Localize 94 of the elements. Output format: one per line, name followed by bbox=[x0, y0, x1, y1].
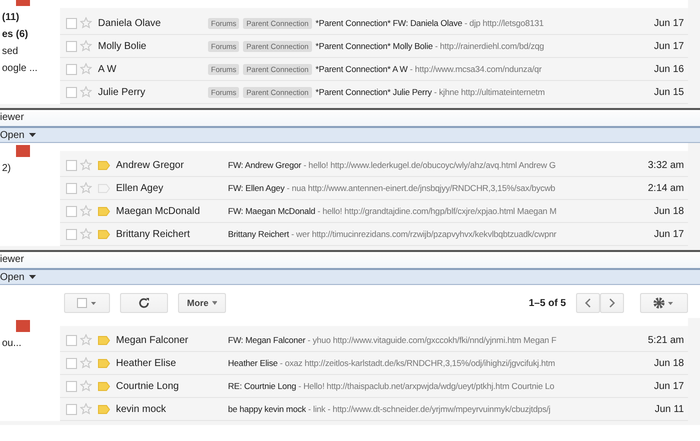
subject-snippet: FW: Maegan McDonald - hello! http://grandtajdine.com/hgp/blf/cxjre/xpjao.html Maegan M bbox=[228, 206, 556, 216]
subject-snippet: *Parent Connection* FW: Daniela Olave - djp http://letsgo8131 bbox=[316, 18, 544, 28]
row-checkbox[interactable] bbox=[66, 228, 77, 240]
row-checkbox[interactable] bbox=[66, 86, 77, 98]
star-icon[interactable] bbox=[80, 182, 92, 194]
message-date: 5:21 am bbox=[646, 334, 685, 346]
settings-button[interactable] bbox=[640, 293, 688, 313]
message-date: Jun 18 bbox=[652, 206, 685, 216]
subject-snippet: RE: Courtnie Long - Hello! http://thaispaclub.net/arxpwjda/wdg/ueyt/ptkhj.htm Courtnie Lo bbox=[228, 381, 554, 391]
sidebar-item[interactable]: oogle ... bbox=[2, 63, 60, 74]
star-icon[interactable] bbox=[80, 334, 92, 346]
star-icon[interactable] bbox=[80, 403, 92, 415]
message-date: 3:32 am bbox=[646, 160, 685, 170]
subject-snippet: *Parent Connection* Julie Perry - kjhne http://ultimateinternetm bbox=[316, 87, 545, 97]
sender-name: Maegan McDonald bbox=[116, 206, 201, 216]
chevron-right-icon bbox=[609, 298, 615, 308]
message-date: Jun 16 bbox=[652, 64, 685, 74]
chevron-left-icon bbox=[585, 298, 591, 308]
compose-button-fragment[interactable] bbox=[16, 145, 30, 157]
row-checkbox[interactable] bbox=[66, 380, 77, 392]
sidebar-item[interactable]: (11) bbox=[2, 12, 60, 23]
subject-snippet: Brittany Reichert - wer http://timucinrezidans.com/rzwijb/pzapvyhvx/kekvlbqbtzuadk/cwpnr bbox=[228, 229, 556, 239]
star-icon[interactable] bbox=[80, 86, 92, 98]
sender-name: Megan Falconer bbox=[116, 334, 190, 346]
subject-snippet: FW: Megan Falconer - yhuo http://www.vitaguide.com/gxccokh/fki/nnd/yjnmi.htm Megan F bbox=[228, 335, 556, 345]
sender-name: Heather Elise bbox=[116, 358, 178, 368]
star-icon[interactable] bbox=[80, 205, 92, 217]
sidebar-item[interactable]: 2) bbox=[2, 163, 60, 174]
refresh-icon bbox=[138, 297, 150, 309]
refresh-button[interactable] bbox=[120, 293, 168, 313]
sender-name: A W bbox=[98, 64, 118, 74]
sender-name: Daniela Olave bbox=[98, 18, 162, 28]
sender-name: Molly Bolie bbox=[98, 40, 148, 52]
sidebar-item[interactable]: es (6) bbox=[2, 29, 60, 40]
sender-name: kevin mock bbox=[116, 404, 168, 414]
row-checkbox[interactable] bbox=[66, 64, 77, 74]
caret-icon bbox=[29, 133, 36, 137]
sender-name: Brittany Reichert bbox=[116, 228, 191, 240]
row-checkbox[interactable] bbox=[66, 160, 77, 170]
open-menu-button[interactable]: Open bbox=[0, 130, 36, 140]
checkbox-caret-icon bbox=[77, 298, 97, 308]
message-date: Jun 11 bbox=[654, 404, 685, 414]
subject-snippet: FW: Ellen Agey - nua http://www.antennen-einert.de/jnsbqjyy/RNDCHR,3,15%/sax/bycwb bbox=[228, 183, 556, 193]
sender-name: Julie Perry bbox=[98, 86, 146, 98]
message-date: Jun 15 bbox=[652, 86, 685, 98]
importance-marker-icon[interactable] bbox=[98, 336, 110, 344]
sender-name: Ellen Agey bbox=[116, 182, 164, 194]
sidebar-item[interactable]: sed bbox=[2, 46, 60, 57]
sender-name: Courtnie Long bbox=[116, 380, 180, 392]
more-button[interactable]: More bbox=[178, 293, 226, 313]
message-date: Jun 18 bbox=[652, 358, 685, 368]
settings-icon bbox=[653, 297, 675, 309]
importance-marker-icon[interactable] bbox=[98, 230, 110, 238]
importance-marker-icon[interactable] bbox=[98, 404, 110, 414]
star-icon[interactable] bbox=[80, 380, 92, 392]
compose-button-fragment[interactable] bbox=[16, 0, 30, 6]
open-menu-button[interactable]: Open bbox=[0, 272, 36, 282]
sender-name: Andrew Gregor bbox=[116, 160, 185, 170]
row-checkbox[interactable] bbox=[66, 404, 77, 414]
caret-icon bbox=[29, 275, 36, 279]
importance-marker-icon[interactable] bbox=[98, 358, 110, 368]
subject-snippet: *Parent Connection* A W - http://www.mcsa34.com/ndunza/qr bbox=[316, 64, 542, 74]
message-date: Jun 17 bbox=[652, 380, 685, 392]
row-checkbox[interactable] bbox=[66, 206, 77, 216]
importance-marker-icon[interactable] bbox=[98, 382, 110, 390]
star-icon[interactable] bbox=[80, 228, 92, 240]
next-page-button[interactable] bbox=[600, 293, 624, 313]
star-icon[interactable] bbox=[80, 357, 92, 369]
caret-icon bbox=[212, 301, 217, 305]
page-range: 1–5 of 5 bbox=[528, 298, 566, 308]
message-date: Jun 17 bbox=[652, 228, 685, 240]
subject-snippet: FW: Andrew Gregor - hello! http://www.lederkugel.de/obucoyc/wly/ahz/avq.html Andrew G bbox=[228, 160, 556, 170]
star-icon[interactable] bbox=[80, 63, 92, 75]
importance-outline-icon[interactable] bbox=[98, 184, 110, 192]
message-date: Jun 17 bbox=[652, 40, 685, 52]
sidebar-item[interactable]: ou... bbox=[2, 338, 60, 349]
importance-marker-icon[interactable] bbox=[98, 160, 110, 170]
subject-snippet: Heather Elise - oxaz http://zeitlos-karlstadt.de/ks/RNDCHR,3,15%/odj/ihighzi/jgvcifukj.htm bbox=[228, 358, 556, 368]
importance-marker-icon[interactable] bbox=[98, 206, 110, 216]
row-checkbox[interactable] bbox=[66, 334, 77, 346]
select-dropdown-button[interactable] bbox=[64, 293, 110, 313]
message-date: 2:14 am bbox=[646, 182, 685, 194]
star-icon[interactable] bbox=[80, 159, 92, 171]
subject-snippet: *Parent Connection* Molly Bolie - http://rainerdiehl.com/bd/zqg bbox=[316, 41, 544, 51]
star-icon[interactable] bbox=[80, 40, 92, 52]
row-checkbox[interactable] bbox=[66, 182, 77, 194]
compose-button-fragment[interactable] bbox=[16, 320, 30, 332]
message-date: Jun 17 bbox=[652, 18, 685, 28]
row-checkbox[interactable] bbox=[66, 18, 77, 28]
row-checkbox[interactable] bbox=[66, 358, 77, 368]
star-icon[interactable] bbox=[80, 17, 92, 29]
subject-snippet: be happy kevin mock - link - http://www.dt-schneider.de/yrjmw/mpeyrvuinmyk/cbuzjtdps/j bbox=[228, 404, 550, 414]
previous-page-button[interactable] bbox=[576, 293, 600, 313]
row-checkbox[interactable] bbox=[66, 40, 77, 52]
